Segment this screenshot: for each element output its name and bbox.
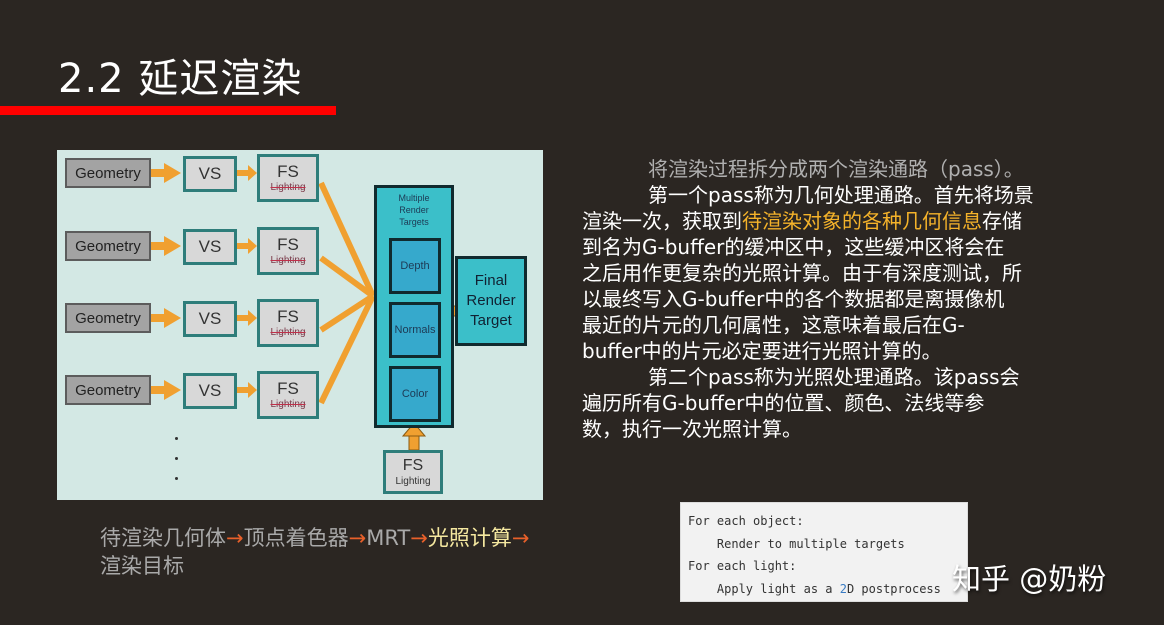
final-label-line: Final xyxy=(474,272,508,289)
vs-label: VS xyxy=(198,381,222,400)
vs-label: VS xyxy=(198,237,222,256)
fs-label: FS xyxy=(277,162,299,181)
vs-label: VS xyxy=(198,309,222,328)
fs-label: FS xyxy=(402,456,424,474)
paragraph-line: 遍历所有G-buffer中的位置、颜色、法线等参 xyxy=(582,390,1102,416)
paragraph-line: 数，执行一次光照计算。 xyxy=(582,416,1102,442)
vs-box: VS xyxy=(183,156,237,192)
fs-lighting-strike: Lighting xyxy=(270,327,306,338)
paragraph-text: 到名为G-buffer的缓冲区中，这些缓冲区将会在 xyxy=(582,235,1005,259)
arrow-fs-mrt xyxy=(318,181,376,405)
paragraph-line: 渲染一次，获取到待渲染对象的各种几何信息存储 xyxy=(582,208,1102,234)
final-render-target-box: Final Render Target xyxy=(455,256,527,346)
mrt-box: Multiple Render Targets Depth Normals Co… xyxy=(374,185,454,428)
paragraph-line: 之后用作更复杂的光照计算。由于有深度测试，所 xyxy=(582,260,1102,286)
mrt-label-line: Multiple xyxy=(398,193,430,203)
paragraph-line: 第二个pass称为光照处理通路。该pass会 xyxy=(582,364,1102,390)
arrow-glyph: → xyxy=(410,526,428,550)
paragraph-line: 最近的片元的几何属性，这意味着最后在G- xyxy=(582,312,1102,338)
vs-box: VS xyxy=(183,301,237,337)
paragraph-text: 遍历所有G-buffer中的位置、颜色、法线等参 xyxy=(582,391,985,415)
highlighted-text: 待渲染对象的各种几何信息 xyxy=(742,209,982,233)
geometry-label: Geometry xyxy=(75,381,141,399)
fs-box: FS Lighting xyxy=(257,227,319,275)
color-target: Color xyxy=(389,366,441,422)
ellipsis-dot xyxy=(175,457,178,460)
paragraph-line: 以最终写入G-buffer中的各个数据都是离摄像机 xyxy=(582,286,1102,312)
paragraph-text: 之后用作更复杂的光照计算。由于有深度测试，所 xyxy=(582,261,1022,285)
paragraph-text: 存储 xyxy=(982,209,1022,233)
code-line: Apply light as a 2D postprocess xyxy=(688,581,941,596)
caption-segment: 渲染目标 xyxy=(100,554,184,578)
paragraph-text: 渲染一次，获取到 xyxy=(582,209,742,233)
code-line: For each light: xyxy=(688,559,797,573)
paragraph-text: 最近的片元的几何属性，这意味着最后在G- xyxy=(582,313,965,337)
paragraph-text: 数，执行一次光照计算。 xyxy=(582,417,802,441)
arrow-glyph: → xyxy=(511,526,530,550)
pipeline-caption: 待渲染几何体→顶点着色器→MRT→光照计算→渲染目标 xyxy=(100,524,530,580)
geometry-box: Geometry xyxy=(65,375,151,405)
final-label-line: Render xyxy=(466,292,516,309)
geometry-box: Geometry xyxy=(65,303,151,333)
caption-segment: 待渲染几何体 xyxy=(100,526,226,550)
caption-segment: MRT xyxy=(366,526,411,550)
paragraph-line: 第一个pass称为几何处理通路。首先将场景 xyxy=(582,182,1102,208)
paragraph-text: 第一个pass称为几何处理通路。首先将场景 xyxy=(648,183,1034,207)
fs-label: FS xyxy=(277,307,299,326)
geometry-box: Geometry xyxy=(65,158,151,188)
pseudocode-block: For each object: Render to multiple targ… xyxy=(680,502,968,602)
caption-segment: 顶点着色器 xyxy=(243,526,349,550)
fs-box: FS Lighting xyxy=(257,299,319,347)
arrow-glyph: → xyxy=(348,526,367,550)
ellipsis-dot xyxy=(175,437,178,440)
ellipsis-dot xyxy=(175,477,178,480)
paragraph-line: buffer中的片元必定要进行光照计算的。 xyxy=(582,338,1102,364)
deferred-rendering-diagram: Geometry VS FS Lighting Geometry VS FS Lig… xyxy=(57,150,543,500)
geometry-label: Geometry xyxy=(75,164,141,182)
mrt-label-line: Targets xyxy=(399,217,429,227)
geometry-label: Geometry xyxy=(75,237,141,255)
vs-label: VS xyxy=(198,164,222,183)
fs-lighting-strike: Lighting xyxy=(270,182,306,193)
fs-label: FS xyxy=(277,379,299,398)
title-underline xyxy=(0,106,336,115)
slide-title: 2.2 延迟渲染 xyxy=(58,56,303,102)
paragraph-text: 第二个pass称为光照处理通路。该pass会 xyxy=(648,365,1020,389)
code-number: 2 xyxy=(839,581,847,596)
mrt-label-line: Render xyxy=(399,205,429,215)
arrow-glyph: → xyxy=(226,526,244,550)
fs-box: FS Lighting xyxy=(257,371,319,419)
lighting-label: Lighting xyxy=(395,475,431,487)
depth-target: Depth xyxy=(389,238,441,294)
fs-lighting-strike: Lighting xyxy=(270,399,306,410)
paragraph-line: 到名为G-buffer的缓冲区中，这些缓冲区将会在 xyxy=(582,234,1102,260)
caption-segment: 光照计算 xyxy=(427,526,512,550)
arrow-geo-vs xyxy=(145,163,181,400)
vs-box: VS xyxy=(183,229,237,265)
mrt-label: Multiple Render Targets xyxy=(398,192,429,228)
normals-target: Normals xyxy=(389,302,441,358)
geometry-label: Geometry xyxy=(75,309,141,327)
description-paragraph: 将渲染过程拆分成两个渲染通路（pass）。 第一个pass称为几何处理通路。首先将… xyxy=(582,156,1102,442)
code-line: For each object: xyxy=(688,514,804,528)
code-line: Render to multiple targets xyxy=(688,536,905,551)
vs-box: VS xyxy=(183,373,237,409)
paragraph-text: 以最终写入G-buffer中的各个数据都是离摄像机 xyxy=(582,287,1005,311)
fs-lighting-strike: Lighting xyxy=(270,255,306,266)
fs-box: FS Lighting xyxy=(257,154,319,202)
final-label-line: Target xyxy=(470,312,512,329)
paragraph-text: 将渲染过程拆分成两个渲染通路（pass）。 xyxy=(648,157,1024,181)
paragraph-line: 将渲染过程拆分成两个渲染通路（pass）。 xyxy=(582,156,1102,182)
fs-label: FS xyxy=(277,235,299,254)
fs-lighting-box: FS Lighting xyxy=(383,450,443,494)
paragraph-text: buffer中的片元必定要进行光照计算的。 xyxy=(582,339,942,363)
zhihu-watermark: 知乎 @奶粉 xyxy=(952,562,1107,596)
geometry-box: Geometry xyxy=(65,231,151,261)
arrow-vs-fs xyxy=(237,165,257,398)
